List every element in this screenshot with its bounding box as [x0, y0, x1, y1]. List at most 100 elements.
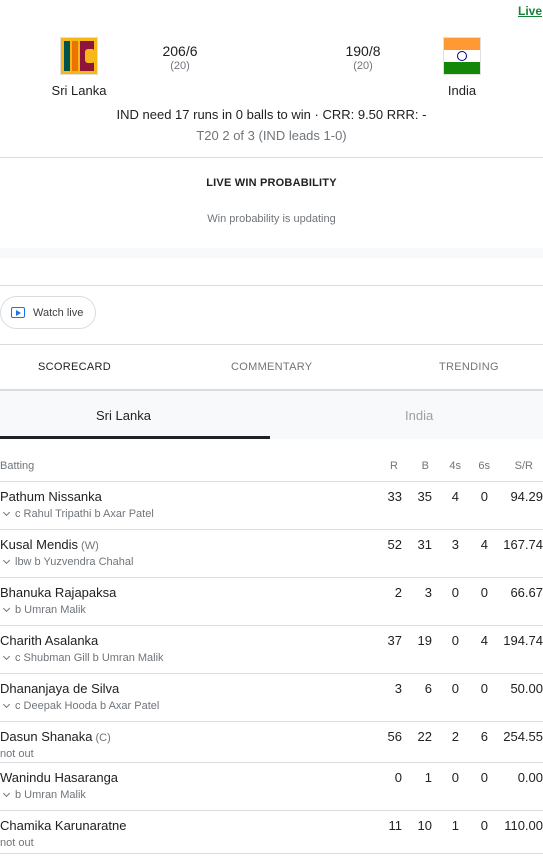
team1-runs: 206/6 — [162, 43, 198, 59]
batter-row[interactable]: Kusal Mendis (W) lbw b Yuzvendra Chahal 5… — [0, 529, 543, 577]
batter-balls: 19 — [417, 633, 432, 648]
team2-score: 190/8 (20) — [333, 43, 393, 72]
batter-name: Charith Asalanka — [0, 633, 99, 648]
innings-tab-bar: Sri Lanka India — [0, 391, 543, 439]
batter-runs: 2 — [394, 585, 402, 600]
divider — [0, 157, 543, 158]
chevron-down-icon — [2, 700, 11, 709]
tab-bar: SCORECARD COMMENTARY TRENDING — [0, 345, 543, 391]
batter-row[interactable]: Charith Asalanka c Shubman Gill b Umran … — [0, 625, 543, 673]
batter-sixes: 4 — [480, 537, 488, 552]
batter-row[interactable]: Bhanuka Rajapaksa b Umran Malik 2 3 0 0 … — [0, 577, 543, 625]
innings-tab-sri-lanka[interactable]: Sri Lanka — [96, 408, 151, 423]
team2-name: India — [447, 83, 477, 98]
batter-runs: 33 — [387, 489, 402, 504]
batter-balls: 31 — [417, 537, 432, 552]
batter-sixes: 0 — [480, 770, 488, 785]
dismissal[interactable]: b Umran Malik — [2, 604, 86, 616]
batter-balls: 6 — [424, 681, 432, 696]
batter-fours: 1 — [451, 818, 459, 833]
batter-strike-rate: 94.29 — [510, 489, 543, 504]
batter-runs: 0 — [394, 770, 402, 785]
dismissal: not out — [0, 837, 34, 849]
col-fours: 4s — [449, 460, 461, 472]
series-info: T20 2 of 3 (IND leads 1-0) — [196, 128, 347, 143]
dismissal[interactable]: lbw b Yuzvendra Chahal — [2, 556, 133, 568]
col-batting: Batting — [0, 460, 35, 472]
batter-balls: 22 — [417, 729, 432, 744]
batter-strike-rate: 50.00 — [510, 681, 543, 696]
live-link[interactable]: Live — [518, 4, 542, 18]
col-strike-rate: S/R — [514, 460, 533, 472]
batter-fours: 0 — [451, 585, 459, 600]
batter-name: Chamika Karunaratne — [0, 818, 127, 833]
col-sixes: 6s — [478, 460, 490, 472]
tab-scorecard[interactable]: SCORECARD — [38, 361, 111, 373]
team2-runs: 190/8 — [345, 43, 381, 59]
batter-fours: 0 — [451, 681, 459, 696]
team1-score: 206/6 (20) — [150, 43, 210, 72]
batter-fours: 4 — [451, 489, 459, 504]
active-tab-indicator — [0, 436, 270, 439]
batter-row: Chamika Karunaratne not out 11 10 1 0 11… — [0, 810, 543, 854]
watch-live-button[interactable]: Watch live — [0, 296, 96, 329]
col-balls: B — [421, 460, 429, 472]
batter-balls: 1 — [424, 770, 432, 785]
team2-block: India — [422, 37, 502, 98]
batter-runs: 3 — [394, 681, 402, 696]
watch-live-label: Watch live — [33, 306, 84, 319]
batter-runs: 56 — [387, 729, 402, 744]
dismissal: not out — [0, 748, 34, 760]
batter-sixes: 0 — [480, 818, 488, 833]
innings-tab-india[interactable]: India — [405, 408, 433, 423]
batter-runs: 11 — [388, 818, 403, 833]
batter-fours: 2 — [451, 729, 459, 744]
section-gap — [0, 248, 543, 258]
batter-strike-rate: 66.67 — [510, 585, 543, 600]
batter-sixes: 0 — [480, 681, 488, 696]
batter-balls: 10 — [417, 818, 432, 833]
chevron-down-icon — [2, 508, 11, 517]
wicketkeeper-tag: (W) — [81, 540, 99, 552]
batter-row[interactable]: Pathum Nissanka c Rahul Tripathi b Axar … — [0, 481, 543, 529]
batter-strike-rate: 167.74 — [503, 537, 543, 552]
batter-strike-rate: 194.74 — [503, 633, 543, 648]
batter-runs: 52 — [387, 537, 402, 552]
play-video-icon — [11, 307, 25, 318]
tab-commentary[interactable]: COMMENTARY — [231, 361, 312, 373]
batter-row[interactable]: Wanindu Hasaranga b Umran Malik 0 1 0 0 … — [0, 762, 543, 810]
batter-row[interactable]: Dhananjaya de Silva c Deepak Hooda b Axa… — [0, 673, 543, 721]
batter-name: Kusal Mendis (W) — [0, 537, 99, 552]
batter-name: Wanindu Hasaranga — [0, 770, 119, 785]
team1-overs: (20) — [170, 60, 190, 72]
batter-name: Pathum Nissanka — [0, 489, 102, 504]
batter-runs: 37 — [387, 633, 402, 648]
batter-fours: 0 — [451, 633, 459, 648]
dismissal[interactable]: b Umran Malik — [2, 789, 86, 801]
sri-lanka-flag-icon — [60, 37, 98, 75]
batter-name: Dhananjaya de Silva — [0, 681, 120, 696]
batter-fours: 0 — [451, 770, 459, 785]
batter-sixes: 6 — [480, 729, 488, 744]
dismissal[interactable]: c Shubman Gill b Umran Malik — [2, 652, 164, 664]
batter-balls: 3 — [424, 585, 432, 600]
captain-tag: (C) — [95, 732, 111, 744]
batter-row: Dasun Shanaka (C) not out 56 22 2 6 254.5… — [0, 721, 543, 762]
dismissal[interactable]: c Deepak Hooda b Axar Patel — [2, 700, 159, 712]
tab-trending[interactable]: TRENDING — [439, 361, 499, 373]
dismissal[interactable]: c Rahul Tripathi b Axar Patel — [2, 508, 154, 520]
batter-strike-rate: 0.00 — [517, 770, 543, 785]
batter-name: Bhanuka Rajapaksa — [0, 585, 117, 600]
batter-sixes: 4 — [480, 633, 488, 648]
chevron-down-icon — [2, 789, 11, 798]
win-probability-title: LIVE WIN PROBABILITY — [206, 177, 337, 189]
batter-strike-rate: 110.00 — [504, 818, 543, 833]
batter-sixes: 0 — [480, 585, 488, 600]
match-status: IND need 17 runs in 0 balls to win · CRR… — [116, 107, 427, 122]
batter-strike-rate: 254.55 — [503, 729, 543, 744]
win-probability-subtitle: Win probability is updating — [207, 213, 336, 225]
batter-fours: 3 — [451, 537, 459, 552]
batter-name: Dasun Shanaka (C) — [0, 729, 111, 744]
team2-overs: (20) — [353, 60, 373, 72]
divider — [0, 285, 543, 286]
